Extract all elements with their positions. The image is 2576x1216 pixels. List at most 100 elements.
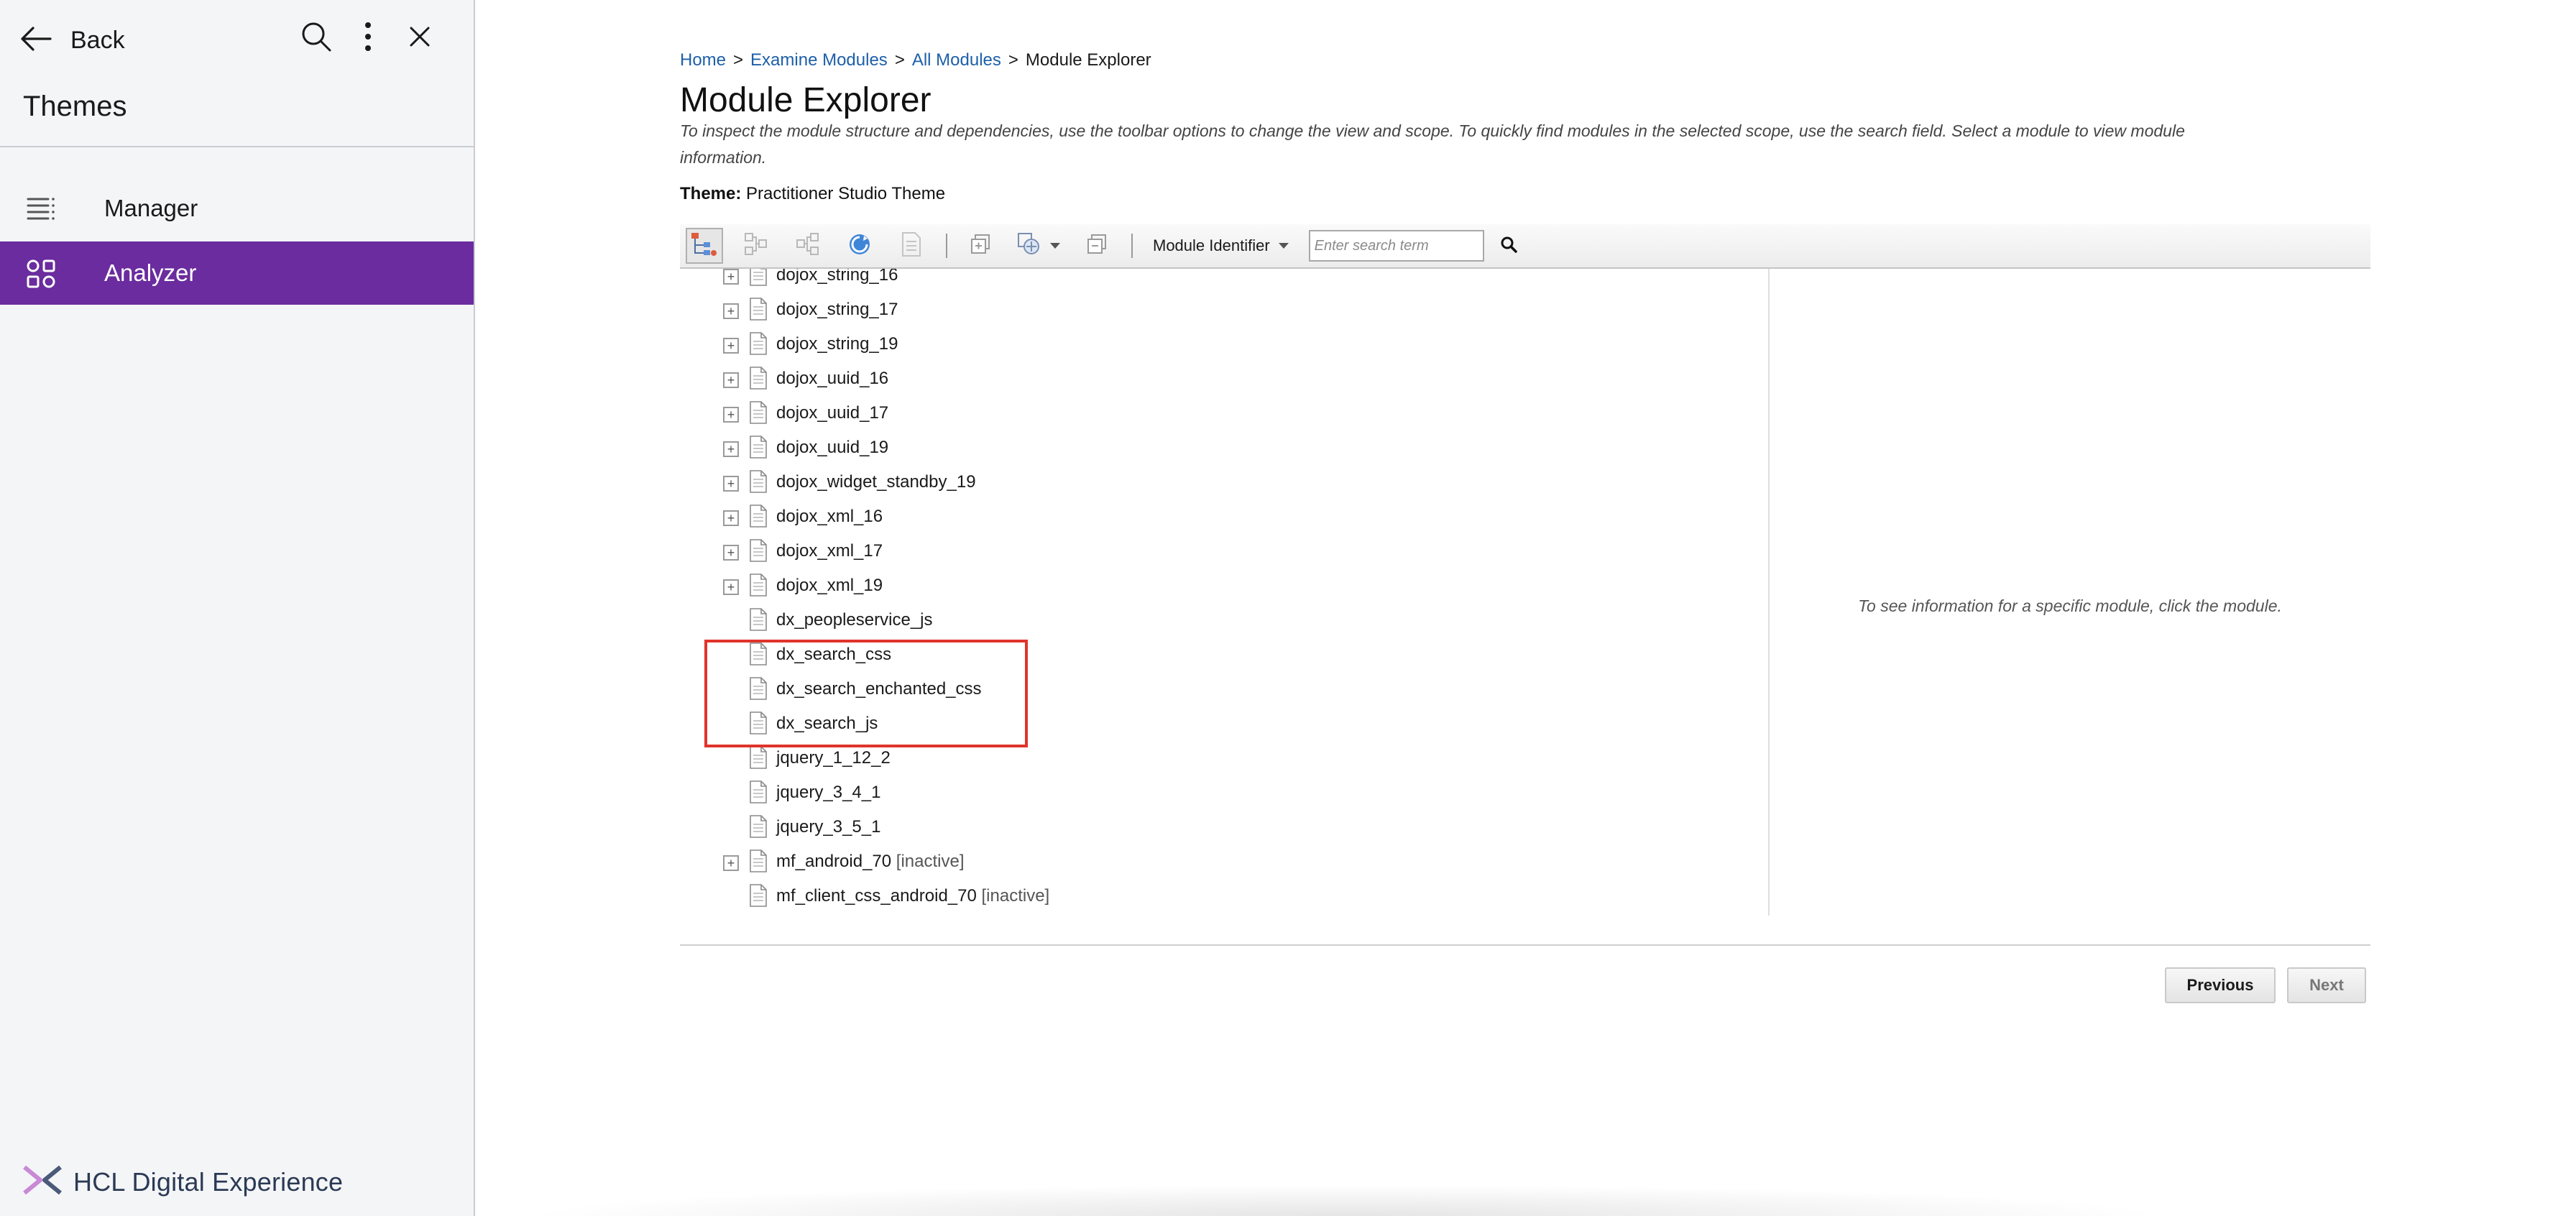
- tree-node[interactable]: + dojox_xml_19: [680, 574, 1686, 608]
- tree-node[interactable]: + dojox_string_19: [680, 332, 1686, 367]
- close-button[interactable]: [400, 19, 439, 57]
- tree-node[interactable]: + dojox_string_17: [680, 298, 1686, 332]
- tree-node-label[interactable]: dx_search_enchanted_css: [776, 679, 982, 699]
- module-name: dx_peopleservice_js: [776, 610, 933, 630]
- module-tree[interactable]: + dojox_string_16 + dojox_string_17 + dojox_s…: [680, 269, 1768, 916]
- scope-button[interactable]: [1013, 228, 1064, 264]
- expand-plus-icon[interactable]: +: [723, 579, 739, 595]
- tree-node[interactable]: + mf_android_70 [inactive]: [680, 849, 1686, 884]
- expand-plus-icon[interactable]: +: [723, 545, 739, 561]
- previous-button[interactable]: Previous: [2165, 967, 2276, 1003]
- module-status: [inactive]: [896, 852, 965, 871]
- module-identifier-dropdown[interactable]: Module Identifier: [1153, 236, 1289, 255]
- close-icon: [409, 26, 431, 51]
- theme-line: Theme: Practitioner Studio Theme: [680, 184, 945, 204]
- collapse-all-button[interactable]: [1078, 228, 1116, 264]
- tree-node[interactable]: jquery_3_4_1: [680, 780, 1686, 815]
- tree-node[interactable]: + dojox_widget_standby_19: [680, 470, 1686, 505]
- breadcrumb-examine-modules[interactable]: Examine Modules: [750, 50, 888, 70]
- module-name: dojox_widget_standby_19: [776, 472, 976, 492]
- divider: [680, 944, 2370, 946]
- search-button[interactable]: [297, 19, 336, 57]
- sidebar-header: Back Themes: [0, 0, 474, 147]
- tree-node-label[interactable]: dojox_xml_19: [776, 576, 883, 596]
- module-toolbar: Module Identifier: [680, 224, 2370, 269]
- document-icon: [749, 884, 768, 907]
- document-icon: [749, 608, 768, 631]
- expand-plus-icon[interactable]: +: [723, 338, 739, 354]
- module-name: mf_android_70: [776, 852, 892, 871]
- tree-node-label[interactable]: dx_search_js: [776, 714, 878, 734]
- module-name: dojox_string_16: [776, 269, 898, 285]
- expand-plus-icon[interactable]: +: [723, 372, 739, 388]
- tree-node-label[interactable]: jquery_1_12_2: [776, 748, 891, 768]
- document-icon: [749, 815, 768, 838]
- search-icon: [300, 21, 332, 56]
- module-details-button[interactable]: [893, 228, 930, 264]
- tree-node[interactable]: + dojox_string_16: [680, 269, 1686, 298]
- module-name: mf_client_css_android_70: [776, 886, 977, 906]
- dependents-view-button[interactable]: [789, 228, 827, 264]
- document-icon: [749, 269, 768, 286]
- tree-node[interactable]: dx_search_js: [680, 711, 1686, 746]
- tree-node-label[interactable]: dojox_xml_16: [776, 507, 883, 527]
- brand-name: HCL Digital Experience: [73, 1166, 344, 1197]
- tree-node-label[interactable]: dx_peopleservice_js: [776, 610, 932, 630]
- tree-node-label[interactable]: mf_android_70 [inactive]: [776, 852, 965, 872]
- sidebar-item-analyzer[interactable]: Analyzer: [0, 241, 474, 305]
- sidebar-actions: [284, 19, 439, 57]
- next-button[interactable]: Next: [2287, 967, 2366, 1003]
- tree-node[interactable]: jquery_1_12_2: [680, 746, 1686, 780]
- expand-plus-icon[interactable]: +: [723, 441, 739, 457]
- tree-view-icon: [690, 231, 719, 262]
- tree-node-label[interactable]: dojox_widget_standby_19: [776, 472, 976, 492]
- tree-node-label[interactable]: dojox_uuid_19: [776, 438, 888, 458]
- back-label: Back: [70, 26, 125, 54]
- main-content: Home > Examine Modules > All Modules > Module …: [477, 0, 2576, 1216]
- expand-plus-icon[interactable]: +: [723, 303, 739, 319]
- tree-node[interactable]: + dojox_uuid_16: [680, 367, 1686, 401]
- expand-plus-icon[interactable]: +: [723, 407, 739, 423]
- tree-node-label[interactable]: mf_client_css_android_70 [inactive]: [776, 886, 1049, 906]
- module-name: dojox_string_19: [776, 334, 898, 354]
- tree-view-button[interactable]: [686, 228, 723, 264]
- refresh-button[interactable]: [841, 228, 878, 264]
- module-name: dojox_xml_16: [776, 507, 883, 526]
- tree-node-label[interactable]: dx_search_css: [776, 645, 891, 665]
- tree-node-label[interactable]: dojox_uuid_17: [776, 403, 888, 423]
- tree-node-label[interactable]: dojox_string_17: [776, 300, 898, 320]
- back-button[interactable]: Back: [20, 22, 125, 59]
- sidebar-item-manager[interactable]: Manager: [0, 177, 474, 240]
- breadcrumb-all-modules[interactable]: All Modules: [912, 50, 1001, 70]
- expand-plus-icon[interactable]: +: [723, 855, 739, 871]
- tree-node[interactable]: dx_search_css: [680, 642, 1686, 677]
- module-name: jquery_3_5_1: [776, 817, 881, 837]
- search-submit-button[interactable]: [1494, 231, 1523, 260]
- tree-node[interactable]: jquery_3_5_1: [680, 815, 1686, 849]
- document-icon: [749, 332, 768, 355]
- tree-node-label[interactable]: dojox_string_19: [776, 334, 898, 354]
- tree-node[interactable]: + dojox_xml_16: [680, 505, 1686, 539]
- tree-node[interactable]: dx_search_enchanted_css: [680, 677, 1686, 711]
- more-options-button[interactable]: [349, 19, 387, 57]
- breadcrumb-home[interactable]: Home: [680, 50, 726, 70]
- tree-node[interactable]: + dojox_uuid_19: [680, 436, 1686, 470]
- tree-node[interactable]: dx_peopleservice_js: [680, 608, 1686, 642]
- tree-node[interactable]: + dojox_xml_17: [680, 539, 1686, 574]
- tree-node-label[interactable]: dojox_string_16: [776, 269, 898, 285]
- dependencies-view-button[interactable]: [737, 228, 775, 264]
- search-input[interactable]: [1308, 230, 1484, 262]
- tree-node[interactable]: mf_client_css_android_70 [inactive]: [680, 884, 1686, 916]
- tree-node-label[interactable]: jquery_3_4_1: [776, 783, 880, 803]
- document-grid-icon: [901, 231, 922, 261]
- tree-node[interactable]: + dojox_uuid_17: [680, 401, 1686, 436]
- tree-node-label[interactable]: dojox_uuid_16: [776, 369, 888, 389]
- expand-all-button[interactable]: [962, 228, 999, 264]
- tree-node-label[interactable]: jquery_3_5_1: [776, 817, 880, 837]
- expand-plus-icon[interactable]: +: [723, 269, 739, 285]
- tree-node-label[interactable]: dojox_xml_17: [776, 541, 883, 561]
- expand-plus-icon[interactable]: +: [723, 510, 739, 526]
- expand-all-icon: [969, 233, 992, 259]
- arrow-left-icon: [20, 26, 52, 55]
- expand-plus-icon[interactable]: +: [723, 476, 739, 492]
